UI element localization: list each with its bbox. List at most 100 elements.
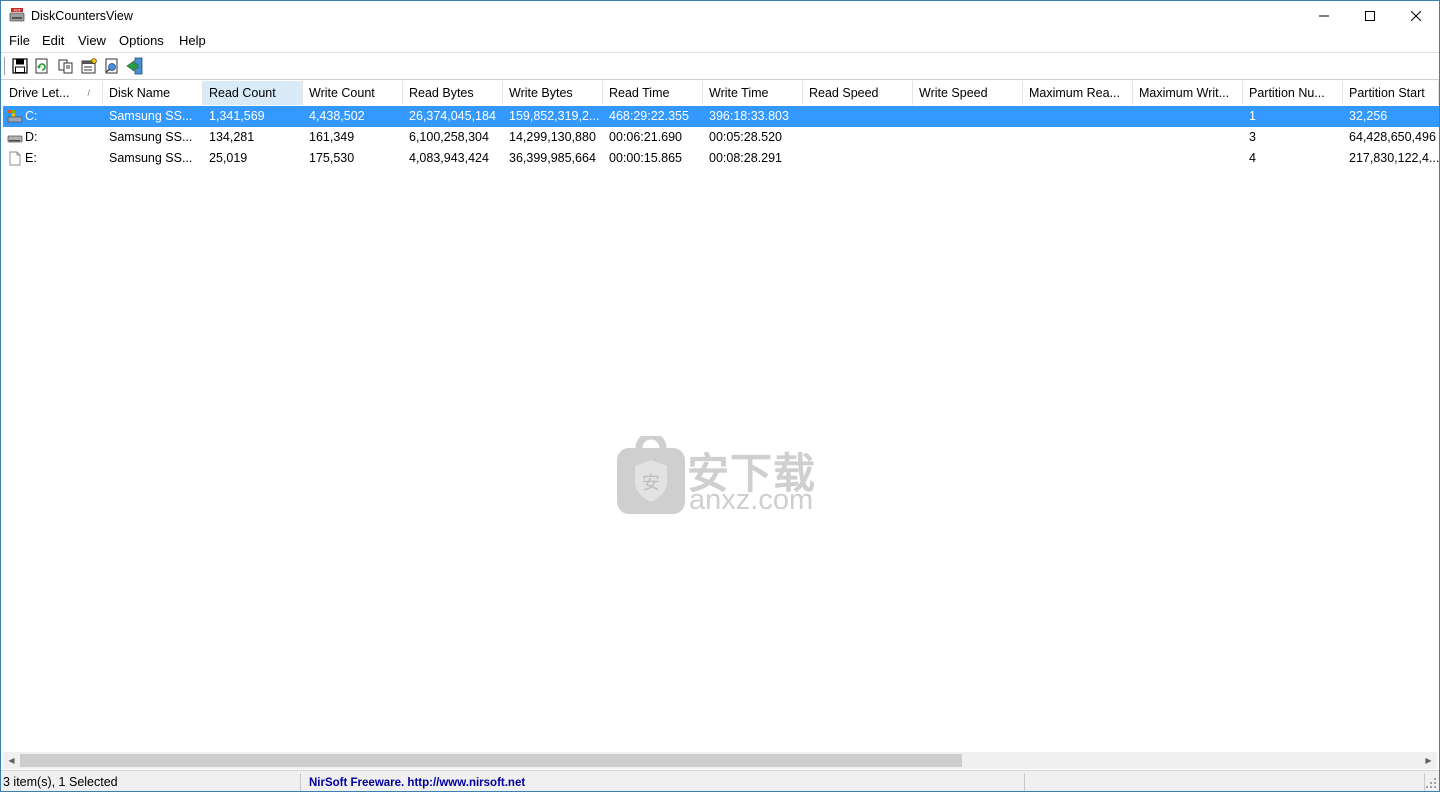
cell-partition-number: 4 xyxy=(1249,151,1256,165)
cell-maximum-read xyxy=(1023,148,1133,169)
watermark-shield-text: 安 xyxy=(642,473,660,494)
cell-disk-name: Samsung SS... xyxy=(109,151,193,165)
copy-icon xyxy=(58,59,73,74)
hard-drive-icon xyxy=(7,135,23,143)
cell-write-time: 00:08:28.291 xyxy=(709,151,782,165)
save-icon xyxy=(12,58,28,74)
column-disk-name[interactable]: Disk Name xyxy=(103,81,203,105)
cell-maximum-read xyxy=(1023,127,1133,148)
cell-maximum-write xyxy=(1133,127,1243,148)
scrollbar-thumb[interactable] xyxy=(20,754,962,767)
cell-disk-name: Samsung SS... xyxy=(109,130,193,144)
window-title: DiskCountersView xyxy=(31,9,133,23)
scroll-right-arrow-icon[interactable]: ▶ xyxy=(1420,752,1437,769)
column-maximum-read[interactable]: Maximum Rea... xyxy=(1023,81,1133,105)
cell-read-speed xyxy=(803,148,913,169)
cell-write-speed xyxy=(913,127,1023,148)
properties-icon xyxy=(81,58,97,74)
close-button[interactable] xyxy=(1393,1,1439,31)
shield-logo-icon: 安 xyxy=(617,436,685,514)
cell-maximum-write xyxy=(1133,148,1243,169)
cell-write-count: 161,349 xyxy=(309,130,355,144)
cell-read-speed xyxy=(803,106,913,127)
svg-text:R/W: R/W xyxy=(13,9,21,13)
menu-help[interactable]: Help xyxy=(177,33,208,48)
column-read-time[interactable]: Read Time xyxy=(603,81,703,105)
table-row[interactable]: D: Samsung SS... 134,281 161,349 6,100,258,3… xyxy=(3,127,1439,148)
column-read-count[interactable]: Read Count xyxy=(203,81,303,105)
resize-grip-icon[interactable] xyxy=(1425,777,1437,789)
cell-read-speed xyxy=(803,127,913,148)
toolbar xyxy=(1,52,1439,80)
watermark-en-text: anxz.com xyxy=(689,484,814,516)
menu-edit[interactable]: Edit xyxy=(40,33,66,48)
toolbar-divider xyxy=(1,79,1439,80)
refresh-icon xyxy=(35,58,48,74)
app-icon: R/W xyxy=(9,8,25,22)
system-drive-icon xyxy=(7,110,23,123)
exit-icon xyxy=(126,57,143,75)
status-freeware: NirSoft Freeware. http://www.nirsoft.net xyxy=(301,773,1025,791)
cell-read-time: 468:29:22.355 xyxy=(609,109,689,123)
menu-options[interactable]: Options xyxy=(117,33,166,48)
cell-write-time: 00:05:28.520 xyxy=(709,130,782,144)
column-write-time[interactable]: Write Time xyxy=(703,81,803,105)
column-read-speed[interactable]: Read Speed xyxy=(803,81,913,105)
maximize-button[interactable] xyxy=(1347,1,1393,31)
menu-bar: File Edit View Options Help xyxy=(1,31,1439,51)
cell-partition-start: 217,830,122,4... xyxy=(1349,151,1439,165)
cell-partition-number: 1 xyxy=(1249,109,1256,123)
column-maximum-write[interactable]: Maximum Writ... xyxy=(1133,81,1243,105)
cell-read-bytes: 26,374,045,184 xyxy=(409,109,496,123)
cell-read-bytes: 4,083,943,424 xyxy=(409,151,489,165)
column-write-speed[interactable]: Write Speed xyxy=(913,81,1023,105)
exit-button[interactable] xyxy=(125,56,145,76)
column-partition-number[interactable]: Partition Nu... xyxy=(1243,81,1343,105)
column-partition-start[interactable]: Partition Start xyxy=(1343,81,1439,105)
status-item-count: 3 item(s), 1 Selected xyxy=(3,773,301,791)
cell-write-bytes: 14,299,130,880 xyxy=(509,130,596,144)
cell-read-time: 00:06:21.690 xyxy=(609,130,682,144)
cell-write-time: 396:18:33.803 xyxy=(709,109,789,123)
cell-write-count: 4,438,502 xyxy=(309,109,365,123)
column-drive-letter[interactable]: Drive Let... / xyxy=(3,81,103,105)
html-report-button[interactable] xyxy=(102,56,122,76)
minimize-button[interactable] xyxy=(1301,1,1347,31)
cell-partition-start: 32,256 xyxy=(1349,109,1388,123)
app-window: R/W DiskCountersView File Edit View Opti… xyxy=(0,0,1440,792)
cell-disk-name: Samsung SS... xyxy=(109,109,193,123)
refresh-button[interactable] xyxy=(32,56,52,76)
watermark: 安 安下载 anxz.com xyxy=(615,436,835,516)
save-button[interactable] xyxy=(10,56,30,76)
table-row[interactable]: C: Samsung SS... 1,341,569 4,438,502 26,374,… xyxy=(3,106,1439,127)
blank-drive-icon xyxy=(9,151,21,166)
menu-view[interactable]: View xyxy=(76,33,108,48)
maximize-icon xyxy=(1365,11,1375,21)
copy-button[interactable] xyxy=(56,56,76,76)
cell-write-speed xyxy=(913,106,1023,127)
list-header: Drive Let... / Disk Name Read Count Write… xyxy=(3,81,1439,105)
properties-button[interactable] xyxy=(79,56,99,76)
column-write-count[interactable]: Write Count xyxy=(303,81,403,105)
column-read-bytes[interactable]: Read Bytes xyxy=(403,81,503,105)
disk-list[interactable]: Drive Let... / Disk Name Read Count Write… xyxy=(3,81,1439,752)
sort-indicator-icon: / xyxy=(87,88,90,98)
cell-read-bytes: 6,100,258,304 xyxy=(409,130,489,144)
html-report-icon xyxy=(105,58,118,74)
nirsoft-link[interactable]: NirSoft Freeware. http://www.nirsoft.net xyxy=(309,777,525,789)
table-row[interactable]: E: Samsung SS... 25,019 175,530 4,083,943,42… xyxy=(3,148,1439,169)
column-write-bytes[interactable]: Write Bytes xyxy=(503,81,603,105)
cell-read-count: 1,341,569 xyxy=(209,109,265,123)
cell-write-bytes: 36,399,985,664 xyxy=(509,151,596,165)
cell-write-speed xyxy=(913,148,1023,169)
cell-write-count: 175,530 xyxy=(309,151,355,165)
scroll-left-arrow-icon[interactable]: ◀ xyxy=(3,752,20,769)
cell-partition-number: 3 xyxy=(1249,130,1256,144)
minimize-icon xyxy=(1319,15,1329,17)
menu-file[interactable]: File xyxy=(7,33,32,48)
cell-write-bytes: 159,852,319,2... xyxy=(509,109,600,123)
cell-maximum-read xyxy=(1023,106,1133,127)
cell-read-count: 25,019 xyxy=(209,151,248,165)
close-icon xyxy=(1411,11,1421,21)
horizontal-scrollbar[interactable]: ◀ ▶ xyxy=(3,752,1437,769)
